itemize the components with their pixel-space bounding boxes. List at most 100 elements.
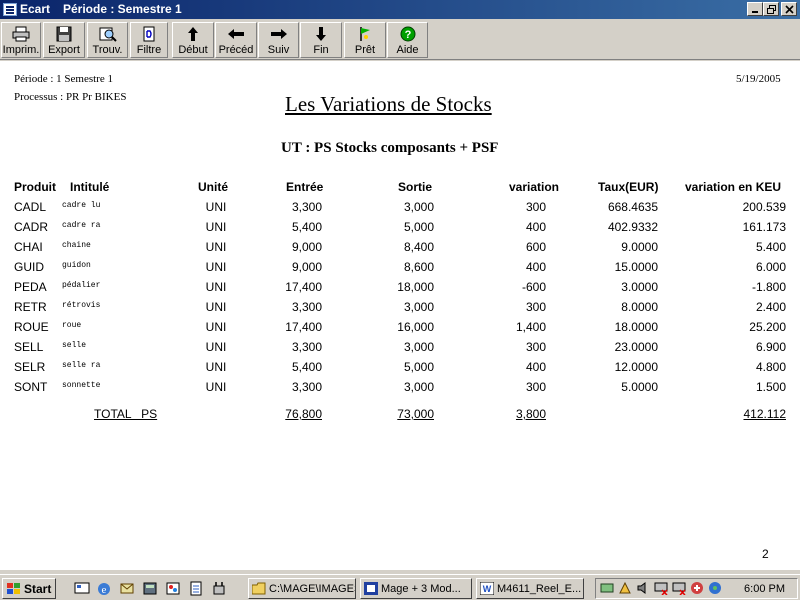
task-explorer[interactable]: C:\MAGE\IMAGES xyxy=(248,578,356,599)
printer-icon xyxy=(12,26,30,42)
task-document[interactable]: W M4611_Reel_E... xyxy=(476,578,584,599)
restore-button[interactable] xyxy=(763,2,779,16)
notepad-icon[interactable] xyxy=(188,581,204,596)
cell-variation-keu: 6.000 xyxy=(755,260,786,274)
print-button[interactable]: Imprim. xyxy=(1,22,41,58)
cell-variation-keu: -1.800 xyxy=(751,280,786,294)
title-bar[interactable]: Ecart Période : Semestre 1 xyxy=(0,0,800,19)
cell-variation-keu: 4.800 xyxy=(755,360,786,374)
first-button[interactable]: Début xyxy=(172,22,214,58)
cell-taux: 18.0000 xyxy=(614,320,658,334)
outlook-icon[interactable] xyxy=(119,581,135,596)
col-produit: Produit xyxy=(14,180,56,194)
cell-taux: 3.0000 xyxy=(621,280,658,294)
tray-messenger-icon[interactable] xyxy=(708,581,722,595)
cell-intitule: cadre ra xyxy=(62,221,101,230)
volume-icon[interactable] xyxy=(636,581,650,595)
find-button[interactable]: Trouv. xyxy=(87,22,128,58)
arrow-up-icon xyxy=(188,27,198,41)
toolbar: Imprim. Export Trouv. Filtre Début Précé… xyxy=(0,19,800,60)
total-label: TOTAL PS xyxy=(94,407,158,421)
cell-variation: 1,400 xyxy=(515,320,546,334)
cell-variation: -600 xyxy=(521,280,546,294)
filter-button[interactable]: Filtre xyxy=(130,22,168,58)
cell-unite: UNI xyxy=(205,320,227,334)
cell-taux: 668.4635 xyxy=(607,200,658,214)
minimize-button[interactable] xyxy=(747,2,763,16)
cell-sortie: 3,000 xyxy=(403,300,434,314)
cell-variation: 600 xyxy=(525,240,546,254)
cell-taux: 15.0000 xyxy=(614,260,658,274)
previous-button[interactable]: Précéd xyxy=(215,22,257,58)
cell-entree: 9,000 xyxy=(291,240,322,254)
report-page: Période : 1 Semestre 1 Processus : PR Pr… xyxy=(0,61,800,570)
cell-unite: UNI xyxy=(205,300,227,314)
cell-taux: 9.0000 xyxy=(621,240,658,254)
next-button[interactable]: Suiv xyxy=(258,22,299,58)
cell-taux: 12.0000 xyxy=(614,360,658,374)
col-taux: Taux(EUR) xyxy=(598,180,659,194)
cell-taux: 5.0000 xyxy=(621,380,658,394)
paint-icon[interactable] xyxy=(165,581,181,596)
cell-variation-keu: 200.539 xyxy=(742,200,786,214)
task-document-label: M4611_Reel_E... xyxy=(497,583,582,595)
task-mage[interactable]: Mage + 3 Mod... xyxy=(360,578,472,599)
cell-sortie: 8,400 xyxy=(403,240,434,254)
print-button-label: Imprim. xyxy=(2,44,40,56)
calculator-icon[interactable] xyxy=(142,581,158,596)
svg-text:?: ? xyxy=(404,29,411,41)
cell-entree: 3,300 xyxy=(291,340,322,354)
start-label: Start xyxy=(24,582,52,596)
report-date: 5/19/2005 xyxy=(736,73,781,85)
cell-variation-keu: 161.173 xyxy=(742,220,786,234)
tray-antivirus-icon[interactable] xyxy=(690,581,704,595)
cell-variation: 400 xyxy=(525,360,546,374)
cell-intitule: selle ra xyxy=(62,361,101,370)
tools-icon[interactable] xyxy=(211,581,227,596)
ready-button[interactable]: Prêt xyxy=(344,22,386,58)
restore-icon xyxy=(767,5,776,14)
cell-variation: 300 xyxy=(525,300,546,314)
cell-variation-keu: 2.400 xyxy=(755,300,786,314)
total-variation-keu: 412.112 xyxy=(743,407,787,421)
last-button[interactable]: Fin xyxy=(300,22,342,58)
close-button[interactable] xyxy=(781,2,797,16)
total-entree: 76,800 xyxy=(285,407,322,421)
tray-connection-icon[interactable] xyxy=(618,581,632,595)
cell-variation: 300 xyxy=(525,380,546,394)
cell-sortie: 18,000 xyxy=(397,280,434,294)
cell-variation: 400 xyxy=(525,260,546,274)
cell-taux: 8.0000 xyxy=(621,300,658,314)
document-icon: W xyxy=(480,582,494,595)
period-info: Période : 1 Semestre 1 xyxy=(14,73,113,85)
taskbar: Start e C:\MAGE\IMAGES Mage + 3 Mod... W… xyxy=(0,574,800,600)
ready-button-label: Prêt xyxy=(354,44,376,56)
cell-produit: CHAI xyxy=(14,240,43,254)
help-button[interactable]: ? Aide xyxy=(387,22,428,58)
cell-intitule: chaine xyxy=(62,241,91,250)
task-explorer-label: C:\MAGE\IMAGES xyxy=(269,583,356,595)
tray-network-icon[interactable] xyxy=(600,581,614,595)
start-button[interactable]: Start xyxy=(2,578,56,599)
export-button[interactable]: Export xyxy=(43,22,85,58)
app-icon[interactable] xyxy=(3,3,17,16)
tray-disconnected-icon[interactable] xyxy=(672,581,686,595)
tray-monitor-icon[interactable] xyxy=(654,581,668,595)
cell-unite: UNI xyxy=(205,200,227,214)
cell-produit: GUID xyxy=(14,260,44,274)
windows-logo-icon xyxy=(7,583,20,594)
last-button-label: Fin xyxy=(313,44,329,56)
cell-variation-keu: 25.200 xyxy=(749,320,786,334)
col-variation: variation xyxy=(509,180,560,194)
first-button-label: Début xyxy=(178,44,208,56)
cell-unite: UNI xyxy=(205,360,227,374)
clock[interactable]: 6:00 PM xyxy=(744,583,785,595)
show-desktop-icon[interactable] xyxy=(74,581,90,596)
cell-intitule: guidon xyxy=(62,261,91,270)
internet-explorer-icon[interactable]: e xyxy=(96,581,112,596)
cell-produit: SELL xyxy=(14,340,44,354)
arrow-right-icon xyxy=(270,29,287,39)
cell-unite: UNI xyxy=(205,240,227,254)
cell-produit: ROUE xyxy=(14,320,49,334)
arrow-down-icon xyxy=(316,27,326,41)
